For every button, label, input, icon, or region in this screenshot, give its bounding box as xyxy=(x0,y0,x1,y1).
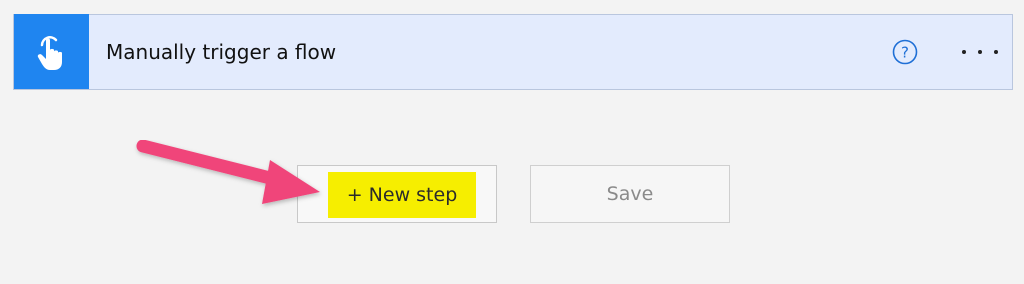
touch-hand-icon xyxy=(37,35,62,70)
trigger-card[interactable]: Manually trigger a flow ? xyxy=(13,14,1013,90)
trigger-title: Manually trigger a flow xyxy=(106,40,337,64)
new-step-button[interactable]: + New step xyxy=(297,165,497,223)
more-ellipsis-icon[interactable] xyxy=(962,42,998,62)
svg-text:?: ? xyxy=(901,44,909,62)
flow-designer-canvas: Manually trigger a flow ? + New step Sav… xyxy=(0,0,1024,284)
trigger-icon-tile xyxy=(14,14,89,89)
new-step-label: + New step xyxy=(328,172,476,218)
help-circle-icon[interactable]: ? xyxy=(892,39,918,65)
save-button[interactable]: Save xyxy=(530,165,730,223)
